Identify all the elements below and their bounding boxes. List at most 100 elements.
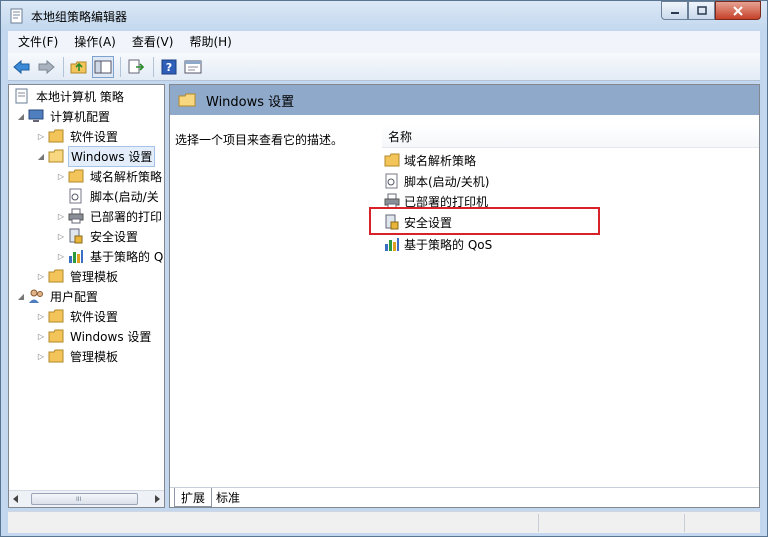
scroll-thumb[interactable]: III <box>31 493 138 505</box>
tree-label-computer-config: 计算机配置 <box>50 109 111 124</box>
status-divider <box>538 514 539 532</box>
tab-standard[interactable]: 标准 <box>210 488 246 507</box>
list-item-label: 域名解析策略 <box>404 153 477 168</box>
collapsed-arrow-icon[interactable]: ▷ <box>35 310 47 322</box>
tree-item-deployed-printers[interactable]: ▷ 已部署的打印 <box>55 206 164 226</box>
minimize-button[interactable] <box>661 1 688 20</box>
forward-arrow-icon <box>38 59 55 74</box>
expanded-arrow-icon[interactable]: ◢ <box>35 150 47 162</box>
window: 本地组策略编辑器 文件(F) 操作(A) 查看(V) 帮助(H) ? 本地计算机… <box>0 0 768 537</box>
export-list-icon <box>128 59 145 73</box>
folder-icon <box>47 268 65 284</box>
collapsed-arrow-icon[interactable]: ▷ <box>35 270 47 282</box>
tree-item-qos[interactable]: ▷ 基于策略的 Q <box>55 246 164 266</box>
collapsed-arrow-icon[interactable]: ▷ <box>35 130 47 142</box>
scroll-left-icon[interactable] <box>11 494 21 504</box>
open-folder-icon <box>178 93 196 107</box>
tree-root[interactable]: 本地计算机 策略 <box>13 86 126 106</box>
tree-item-admin-templates[interactable]: ▷ 管理模板 <box>35 266 120 286</box>
bar-chart-icon <box>384 236 400 252</box>
window-controls <box>661 1 761 21</box>
window-title: 本地组策略编辑器 <box>31 10 128 24</box>
tree-item-user-admin-templates[interactable]: ▷ 管理模板 <box>35 346 120 366</box>
show-hide-tree-icon <box>94 60 112 73</box>
status-bar <box>8 511 760 533</box>
menu-bar: 文件(F) 操作(A) 查看(V) 帮助(H) <box>8 31 760 53</box>
folder-icon <box>47 128 65 144</box>
policy-editor-icon <box>10 8 23 24</box>
folder-icon <box>47 348 65 364</box>
tree-label-dns-policy: 域名解析策略 <box>90 169 163 184</box>
collapsed-arrow-icon[interactable]: ▷ <box>55 210 67 222</box>
collapsed-arrow-icon[interactable]: ▷ <box>55 170 67 182</box>
expanded-arrow-icon[interactable]: ◢ <box>15 110 27 122</box>
tree-label-root: 本地计算机 策略 <box>36 89 124 104</box>
details-title: Windows 设置 <box>206 94 295 110</box>
menu-help[interactable]: 帮助(H) <box>183 32 237 52</box>
list-item-label: 脚本(启动/关机) <box>404 174 490 189</box>
list-item-qos[interactable]: 基于策略的 QoS <box>384 234 492 254</box>
help-button[interactable]: ? <box>158 56 180 78</box>
details-header: Windows 设置 <box>170 85 759 115</box>
forward-button[interactable] <box>35 56 57 78</box>
menu-view[interactable]: 查看(V) <box>126 32 180 52</box>
back-button[interactable] <box>11 56 33 78</box>
tree-item-security-settings[interactable]: ▷ 安全设置 <box>55 226 140 246</box>
help-icon: ? <box>161 59 177 74</box>
close-button[interactable] <box>715 1 761 20</box>
toolbar-separator <box>153 56 154 77</box>
title-bar[interactable]: 本地组策略编辑器 <box>1 1 767 31</box>
list-item-scripts[interactable]: 脚本(启动/关机) <box>384 171 489 191</box>
tree-item-computer-config[interactable]: ◢ 计算机配置 <box>15 106 112 126</box>
tree-item-user-software-settings[interactable]: ▷ 软件设置 <box>35 306 120 326</box>
up-button[interactable] <box>68 56 90 78</box>
export-list-button[interactable] <box>125 56 147 78</box>
toolbar-separator <box>63 56 64 77</box>
folder-icon <box>47 308 65 324</box>
close-icon <box>733 5 743 16</box>
show-hide-tree-button[interactable] <box>92 55 114 78</box>
menu-action[interactable]: 操作(A) <box>68 32 122 52</box>
bar-chart-icon <box>67 248 85 264</box>
tree-label-scripts: 脚本(启动/关 <box>90 189 159 204</box>
tree-item-software-settings[interactable]: ▷ 软件设置 <box>35 126 120 146</box>
folder-icon <box>67 168 85 184</box>
tree-label-windows-settings: Windows 设置 <box>68 145 156 167</box>
menu-file[interactable]: 文件(F) <box>12 32 64 52</box>
collapsed-arrow-icon[interactable]: ▷ <box>55 250 67 262</box>
expanded-arrow-icon[interactable]: ◢ <box>15 290 27 302</box>
scroll-right-icon[interactable] <box>152 494 162 504</box>
up-folder-icon <box>70 61 87 73</box>
properties-button[interactable] <box>182 56 204 78</box>
tree-label-security-settings: 安全设置 <box>90 229 139 244</box>
column-header-name[interactable]: 名称 <box>382 125 759 148</box>
computer-icon <box>27 108 45 124</box>
printer-icon <box>67 208 85 224</box>
tree-label-deployed-printers: 已部署的打印 <box>90 209 163 224</box>
folder-icon <box>384 152 400 168</box>
collapsed-arrow-icon[interactable]: ▷ <box>55 230 67 242</box>
tree-label-qos: 基于策略的 Q <box>90 249 164 264</box>
view-tabs: 扩展 标准 <box>170 487 759 507</box>
collapsed-arrow-icon[interactable]: ▷ <box>35 330 47 342</box>
tree-label-user-software-settings: 软件设置 <box>70 309 119 324</box>
tree-label-user-config: 用户配置 <box>50 289 99 304</box>
tab-extended[interactable]: 扩展 <box>174 488 213 507</box>
minimize-icon <box>670 11 679 14</box>
horizontal-scrollbar[interactable]: III <box>9 490 164 507</box>
tree-item-user-windows-settings[interactable]: ▷ Windows 设置 <box>35 326 153 346</box>
tree-item-dns-policy[interactable]: ▷ 域名解析策略 <box>55 166 164 186</box>
script-icon <box>384 173 400 189</box>
details-pane: Windows 设置 选择一个项目来查看它的描述。 名称 域名解析策略 脚本(启… <box>169 84 760 508</box>
collapsed-arrow-icon[interactable]: ▷ <box>35 350 47 362</box>
list-item-dns-policy[interactable]: 域名解析策略 <box>384 150 476 170</box>
tree-item-user-config[interactable]: ◢ 用户配置 <box>15 286 100 306</box>
highlight-annotation <box>369 207 600 235</box>
tree-item-scripts[interactable]: 脚本(启动/关 <box>67 186 161 206</box>
list-item-label: 基于策略的 QoS <box>404 237 493 252</box>
status-divider <box>684 514 685 532</box>
tree-label-admin-templates: 管理模板 <box>70 269 119 284</box>
maximize-button[interactable] <box>688 1 715 20</box>
tree-item-windows-settings[interactable]: ◢ Windows 设置 <box>35 145 156 167</box>
open-folder-icon <box>47 148 65 164</box>
